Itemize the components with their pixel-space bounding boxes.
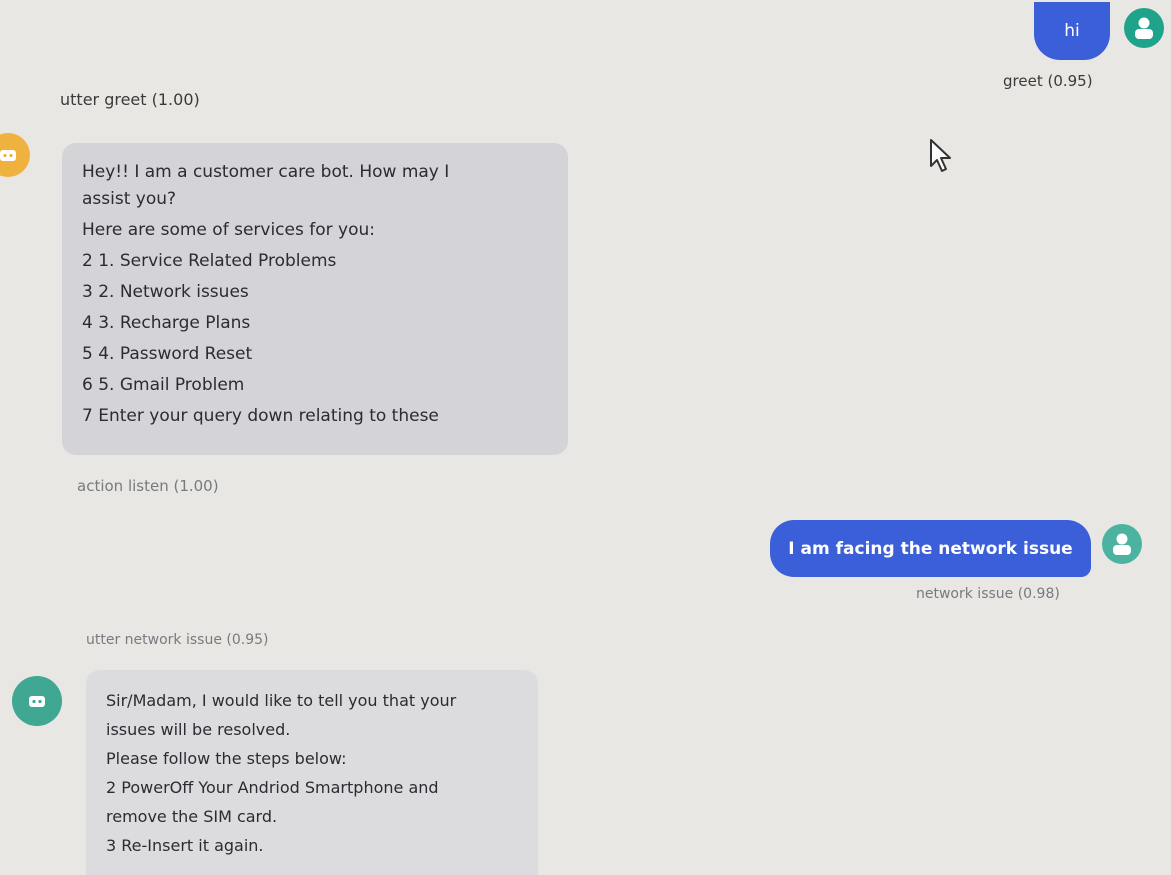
bot-message-bubble: Hey!! I am a customer care bot. How may … (62, 143, 568, 455)
bot-message-line: 7 Enter your query down relating to thes… (82, 406, 439, 426)
bot-avatar (0, 133, 30, 177)
bot-action-label: utter network issue (0.95) (86, 632, 269, 648)
user-message-text: hi (1064, 21, 1080, 41)
bot-action-label: action listen (1.00) (77, 477, 219, 495)
bot-message-line: issues will be resolved. (106, 720, 291, 739)
bot-message-line: 2 PowerOff Your Andriod Smartphone and (106, 778, 439, 797)
bot-message-line: 5 4. Password Reset (82, 344, 253, 364)
user-avatar (1102, 524, 1142, 564)
bot-avatar (12, 676, 62, 726)
user-message-bubble: hi (1034, 2, 1110, 60)
mouse-cursor-icon (930, 139, 951, 172)
bot-message-line: 4 3. Recharge Plans (82, 313, 251, 333)
bot-icon (0, 150, 16, 161)
user-intent-label: network issue (0.98) (916, 586, 1060, 602)
bot-message-line: Sir/Madam, I would like to tell you that… (106, 691, 457, 710)
bot-message-line: Please follow the steps below: (106, 749, 347, 768)
bot-message-line: Here are some of services for you: (82, 220, 375, 240)
bot-message-line: 3 Re-Insert it again. (106, 836, 264, 855)
user-avatar (1124, 8, 1164, 48)
user-intent-label: greet (0.95) (1003, 72, 1093, 90)
bot-message-line: 6 5. Gmail Problem (82, 375, 245, 395)
user-message-text: I am facing the network issue (788, 538, 1073, 559)
bot-message-line: 3 2. Network issues (82, 282, 249, 302)
user-message-bubble: I am facing the network issue (770, 520, 1091, 577)
bot-icon (29, 696, 45, 707)
user-icon (1135, 17, 1153, 39)
bot-message-bubble: Sir/Madam, I would like to tell you that… (86, 670, 538, 875)
bot-message-line: assist you? (82, 189, 177, 209)
bot-action-label: utter greet (1.00) (60, 90, 200, 109)
bot-message-line: remove the SIM card. (106, 807, 278, 826)
bot-message-line: 2 1. Service Related Problems (82, 251, 337, 271)
user-icon (1113, 533, 1131, 555)
